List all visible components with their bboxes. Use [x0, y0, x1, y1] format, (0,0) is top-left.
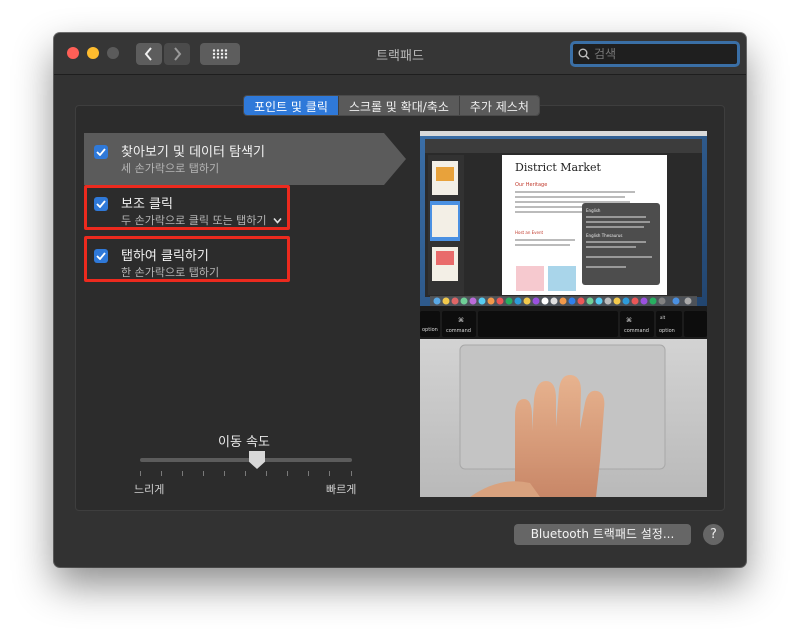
- slow-label: 느리게: [134, 483, 165, 496]
- slider-tick: [329, 471, 330, 476]
- tab-more-gestures[interactable]: 추가 제스처: [459, 96, 539, 115]
- search-icon: [578, 48, 590, 60]
- key-label-command: command: [624, 328, 649, 334]
- slider-tick: [140, 471, 141, 476]
- slider-tick: [182, 471, 183, 476]
- slider-tick: [203, 471, 204, 476]
- key-label-cmd-symbol: ⌘: [458, 317, 464, 324]
- checkmark-icon: [96, 148, 106, 156]
- key-label-cmd-symbol: ⌘: [626, 317, 632, 324]
- key-label-option: option: [659, 328, 675, 334]
- tab-point-and-click[interactable]: 포인트 및 클릭: [244, 96, 339, 115]
- tab-scroll-and-zoom[interactable]: 스크롤 및 확대/축소: [338, 96, 460, 115]
- key-label-command: command: [446, 328, 471, 334]
- fast-label: 빠르게: [326, 483, 357, 496]
- key-label-alt: alt: [660, 315, 666, 320]
- slider-tick: [351, 471, 352, 476]
- slider-tick: [308, 471, 309, 476]
- help-button[interactable]: ?: [703, 524, 724, 545]
- lookup-checkbox[interactable]: [94, 145, 108, 159]
- preview-popup-heading: English: [586, 208, 601, 213]
- gesture-preview-video: District Market Our Heritage Host an Eve…: [420, 131, 707, 497]
- annotation-highlight-box: [84, 185, 290, 230]
- preview-illustration: District Market Our Heritage Host an Eve…: [420, 131, 707, 497]
- tracking-speed-label: 이동 속도: [218, 435, 270, 450]
- option-title: 찾아보기 및 데이터 탐색기: [121, 145, 265, 160]
- search-field[interactable]: [570, 41, 740, 67]
- preview-doc-section: Host an Event: [515, 230, 544, 235]
- search-input[interactable]: [594, 47, 734, 61]
- preview-popup-subheading: English Thesaurus: [586, 233, 623, 238]
- tracking-speed-slider[interactable]: [140, 458, 352, 462]
- slider-tick: [161, 471, 162, 476]
- title-bar: 트랙패드: [54, 33, 746, 75]
- slider-tick: [287, 471, 288, 476]
- tab-bar: 포인트 및 클릭 스크롤 및 확대/축소 추가 제스처: [243, 95, 540, 116]
- bluetooth-trackpad-setup-button[interactable]: Bluetooth 트랙패드 설정...: [514, 524, 691, 545]
- preferences-window: 트랙패드 포인트 및 클릭 스크롤 및 확대/축소 추가 제스처 찾아보기 및 …: [54, 33, 746, 567]
- key-label-option: option: [422, 327, 438, 333]
- slider-tick: [266, 471, 267, 476]
- preview-doc-section: Our Heritage: [515, 182, 547, 188]
- preview-doc-title: District Market: [515, 161, 602, 174]
- slider-tick: [245, 471, 246, 476]
- slider-tick: [224, 471, 225, 476]
- option-subtitle: 세 손가락으로 탭하기: [121, 162, 220, 175]
- annotation-highlight-box: [84, 236, 290, 282]
